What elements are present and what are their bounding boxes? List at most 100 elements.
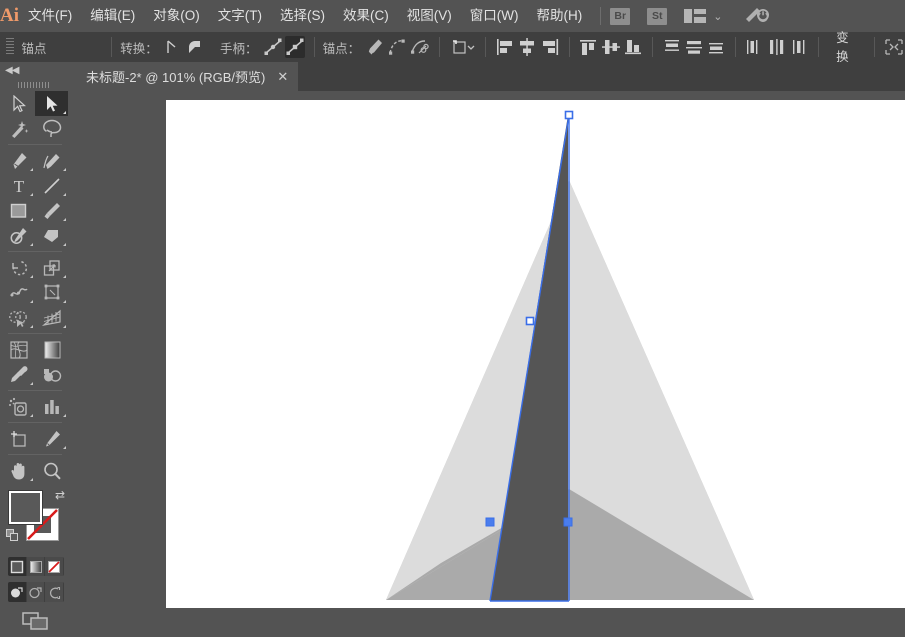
gradient-swatch-icon (29, 560, 42, 573)
tool-shaper[interactable] (2, 223, 35, 248)
draw-normal-icon (11, 586, 23, 597)
tool-eyedropper[interactable] (2, 362, 35, 387)
magic-wand-icon (11, 120, 28, 138)
artboard[interactable] (166, 100, 905, 608)
menu-type[interactable]: 文字(T) (209, 0, 271, 32)
align-vertical-center-button[interactable] (601, 36, 621, 58)
document-tab[interactable]: 未标题-2* @ 101% (RGB/预览) ✕ (70, 62, 299, 91)
stock-button[interactable]: St (647, 7, 668, 25)
tool-type[interactable]: T (2, 173, 35, 198)
isolate-selected-object-button[interactable] (884, 36, 904, 58)
menu-object[interactable]: 对象(O) (144, 0, 209, 32)
align-right-button[interactable] (539, 36, 559, 58)
fill-swatch[interactable] (9, 491, 42, 524)
anchors-label: 锚点： (322, 41, 361, 56)
direct-selection-arrow-icon (46, 95, 57, 111)
align-horizontal-center-button[interactable] (517, 36, 537, 58)
color-mode-gradient-button[interactable] (27, 557, 46, 576)
change-screen-mode-button[interactable] (20, 610, 50, 637)
tool-blend[interactable] (35, 362, 68, 387)
control-bar: 锚点 转换： 手柄： 锚点： 变换 (0, 31, 905, 69)
distribute-vertical-center-button[interactable] (684, 36, 704, 58)
tool-lasso[interactable] (35, 116, 68, 141)
handles-label: 手柄： (220, 41, 258, 56)
tool-zoom[interactable] (35, 458, 68, 483)
toolbar-drag-handle[interactable] (18, 82, 50, 88)
draw-behind-button[interactable] (27, 582, 46, 602)
search-adobe-stock-icon[interactable] (744, 5, 770, 28)
tool-hand[interactable] (2, 458, 35, 483)
workspace-switcher-button[interactable]: ⌄ (684, 9, 722, 23)
corner-anchor-icon (167, 40, 176, 53)
align-left-button[interactable] (495, 36, 515, 58)
hide-handles-button[interactable] (284, 36, 305, 58)
tool-more-indicator (30, 193, 33, 196)
collapse-panel-icon[interactable]: ◀◀ (5, 65, 19, 76)
tool-line-segment[interactable] (35, 173, 68, 198)
slice-knife-icon (45, 430, 60, 446)
convert-to-smooth-button[interactable] (185, 36, 205, 58)
tool-shape-builder[interactable] (2, 305, 35, 330)
tool-selection[interactable] (2, 91, 35, 116)
menu-edit[interactable]: 编辑(E) (81, 0, 144, 32)
pen-icon (13, 152, 26, 169)
align-top-button[interactable] (578, 36, 598, 58)
swap-fill-stroke-button[interactable]: ⇄ (55, 488, 65, 502)
distribute-top-button[interactable] (662, 36, 682, 58)
control-bar-drag-handle[interactable] (6, 38, 15, 56)
lasso-icon (42, 119, 61, 137)
toolbar-divider-6 (8, 454, 62, 455)
tool-pen[interactable] (2, 148, 35, 173)
tool-artboard[interactable] (2, 426, 35, 451)
menu-help[interactable]: 帮助(H) (527, 0, 591, 32)
tool-paintbrush[interactable] (35, 198, 68, 223)
menu-view[interactable]: 视图(V) (398, 0, 461, 32)
tool-mesh[interactable] (2, 337, 35, 362)
tool-width[interactable] (2, 280, 35, 305)
align-h-center-icon (520, 38, 535, 56)
tool-column-graph[interactable] (35, 394, 68, 419)
pyramid-artwork[interactable] (166, 100, 905, 608)
tool-gradient[interactable] (35, 337, 68, 362)
tool-more-indicator (63, 300, 66, 303)
menu-window[interactable]: 窗口(W) (461, 0, 528, 32)
convert-to-corner-button[interactable] (163, 36, 183, 58)
draw-normal-button[interactable] (8, 582, 27, 602)
tool-curvature[interactable] (35, 148, 68, 173)
menu-effect[interactable]: 效果(C) (334, 0, 398, 32)
tool-perspective-grid[interactable] (35, 305, 68, 330)
tool-symbol-sprayer[interactable] (2, 394, 35, 419)
blend-icon (43, 368, 61, 382)
menu-select[interactable]: 选择(S) (271, 0, 334, 32)
distribute-horizontal-center-button[interactable] (767, 36, 787, 58)
transform-reference-button[interactable] (448, 36, 476, 58)
tool-scale[interactable] (35, 255, 68, 280)
close-icon[interactable]: ✕ (277, 70, 288, 83)
draw-inside-button[interactable] (45, 582, 64, 602)
color-mode-none-button[interactable] (45, 557, 64, 576)
canvas-area[interactable] (70, 91, 905, 608)
default-fill-stroke-button[interactable] (6, 529, 19, 542)
show-handles-button[interactable] (263, 36, 283, 58)
control-bar-divider-2 (313, 37, 315, 57)
tool-more-indicator (30, 325, 33, 328)
align-bottom-button[interactable] (623, 36, 643, 58)
tool-free-transform[interactable] (35, 280, 68, 305)
tool-eraser[interactable] (35, 223, 68, 248)
tool-magic-wand[interactable] (2, 116, 35, 141)
distribute-left-button[interactable] (745, 36, 765, 58)
bridge-button[interactable]: Br (610, 7, 631, 25)
tool-rectangle[interactable] (2, 198, 35, 223)
tool-more-indicator (30, 414, 33, 417)
distribute-bottom-button[interactable] (706, 36, 726, 58)
artboard-icon (10, 430, 26, 447)
menu-file[interactable]: 文件(F) (19, 0, 81, 32)
remove-anchor-button[interactable] (365, 36, 385, 58)
connect-anchors-button[interactable] (387, 36, 407, 58)
tool-direct-selection[interactable] (35, 91, 68, 116)
distribute-right-button[interactable] (789, 36, 809, 58)
color-mode-color-button[interactable] (8, 557, 27, 576)
tool-rotate[interactable] (2, 255, 35, 280)
tool-slice[interactable] (35, 426, 68, 451)
cut-path-button[interactable] (409, 36, 430, 58)
